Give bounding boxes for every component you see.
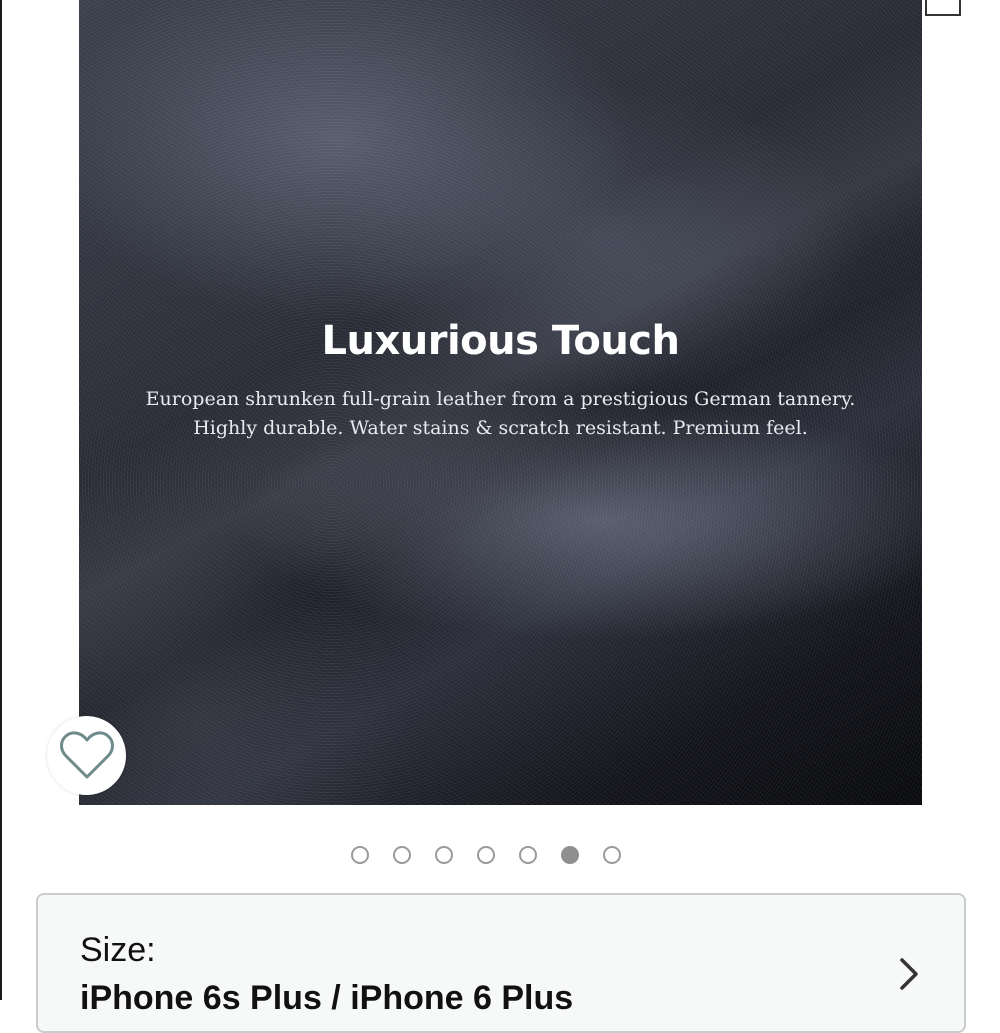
carousel-dot[interactable] [393,846,411,864]
size-label: Size: [80,931,156,969]
carousel-dot[interactable] [519,846,537,864]
image-title: Luxurious Touch [321,318,681,364]
checkbox[interactable] [925,0,961,16]
carousel-dots [351,846,621,864]
carousel-dot[interactable] [477,846,495,864]
product-image[interactable]: Luxurious Touch European shrunken full-g… [79,0,922,805]
carousel-dot[interactable] [435,846,453,864]
carousel-dot[interactable] [351,846,369,864]
chevron-right-icon [900,958,918,990]
page-left-border [0,0,2,1000]
wishlist-button[interactable] [47,716,126,795]
carousel-dot[interactable] [603,846,621,864]
carousel-dot-active[interactable] [561,846,579,864]
size-value: iPhone 6s Plus / iPhone 6 Plus [80,979,574,1017]
image-caption-line-1: European shrunken full-grain leather fro… [145,388,856,410]
size-selector[interactable]: Size: iPhone 6s Plus / iPhone 6 Plus [36,893,966,1033]
heart-outline-icon [59,730,114,778]
image-caption-line-2: Highly durable. Water stains & scratch r… [193,417,808,439]
